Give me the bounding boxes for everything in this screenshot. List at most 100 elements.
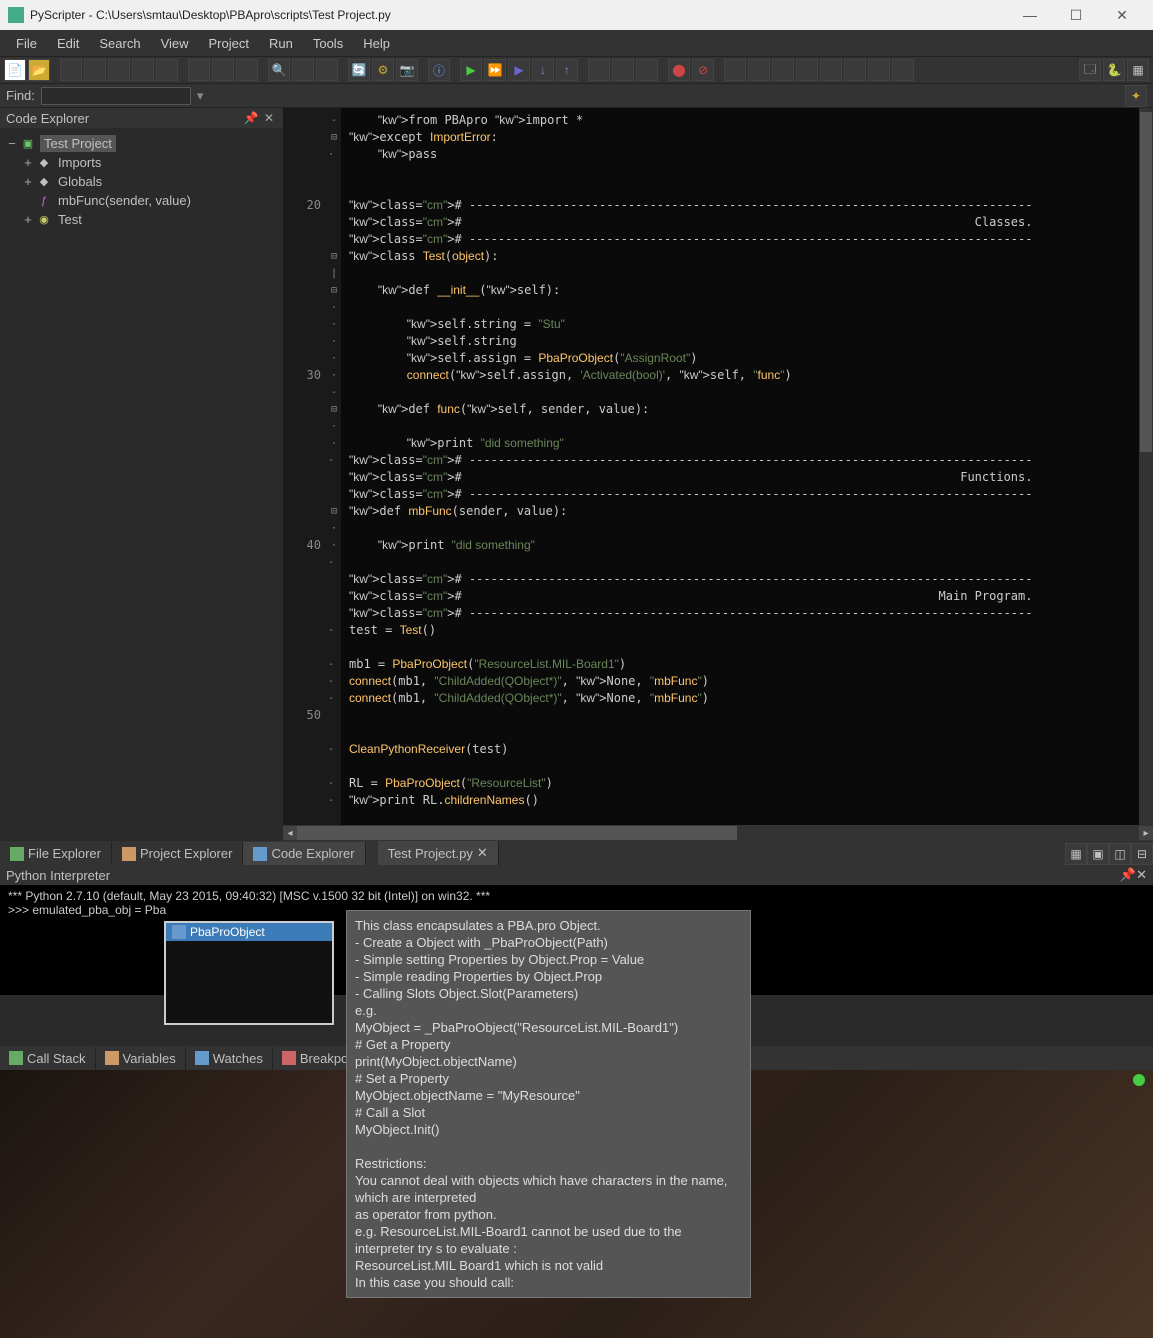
menu-search[interactable]: Search (89, 31, 150, 56)
tb26[interactable]: ⊘ (692, 59, 714, 81)
tb4[interactable] (84, 59, 106, 81)
tb3[interactable] (60, 59, 82, 81)
refresh-icon[interactable]: 🔄 (348, 59, 370, 81)
panel-close-icon[interactable]: ✕ (261, 110, 277, 126)
scroll-left-icon[interactable]: ◂ (283, 826, 297, 840)
info-icon[interactable]: ⓘ (428, 59, 450, 81)
tb31[interactable] (820, 59, 842, 81)
menu-view[interactable]: View (151, 31, 199, 56)
status-indicator-icon (1133, 1074, 1145, 1086)
horizontal-scrollbar[interactable]: ◂ ▸ (283, 825, 1153, 841)
line-gutter: 20 30 40 50 60 (283, 108, 327, 825)
tb13[interactable] (316, 59, 338, 81)
menu-project[interactable]: Project (199, 31, 259, 56)
tb8[interactable] (188, 59, 210, 81)
stop-icon[interactable]: ⬤ (668, 59, 690, 81)
tb27[interactable] (724, 59, 746, 81)
interpreter-header: Python Interpreter 📌 ✕ (0, 865, 1153, 885)
app-icon (8, 7, 24, 23)
project-explorer-icon (122, 847, 136, 861)
vertical-scrollbar[interactable] (1139, 108, 1153, 825)
tb21[interactable]: ↑ (556, 59, 578, 81)
tab-watches[interactable]: Watches (186, 1047, 273, 1070)
search-icon[interactable]: 🔍 (268, 59, 290, 81)
code-explorer-tree[interactable]: −▣ Test Project +◆ Imports +◆ Globals ƒ … (0, 128, 283, 841)
function-icon: ƒ (36, 193, 52, 209)
open-icon[interactable]: 📂 (28, 59, 50, 81)
new-icon[interactable]: 📄 (4, 59, 26, 81)
menu-bar: File Edit Search View Project Run Tools … (0, 30, 1153, 56)
toolbar: 📄 📂 🔍 🔄 ⚙ 📷 ⓘ ▶ ⏩ ▶ ↓ ↑ ⬤ ⊘ 🗔 🐍 ▦ (0, 56, 1153, 84)
watches-icon (195, 1051, 209, 1065)
tb6[interactable] (132, 59, 154, 81)
tab-close-icon[interactable]: ✕ (477, 845, 488, 861)
editor-btn4[interactable]: ⊟ (1131, 843, 1153, 865)
tb5[interactable] (108, 59, 130, 81)
minimize-button[interactable]: — (1007, 0, 1053, 30)
editor-btn2[interactable]: ▣ (1087, 843, 1109, 865)
close-button[interactable]: ✕ (1099, 0, 1145, 30)
tb29[interactable] (772, 59, 794, 81)
interp-close-icon[interactable]: ✕ (1136, 867, 1147, 883)
tab-file-explorer[interactable]: File Explorer (0, 842, 112, 865)
interpreter-title: Python Interpreter (6, 868, 110, 883)
tab-code-explorer[interactable]: Code Explorer (243, 842, 365, 865)
interp-pin-icon[interactable]: 📌 (1120, 867, 1136, 883)
fold-gutter[interactable]: - ⊟ · ⊟ | ⊟ · · · · · - ⊟ · · - ⊟ · · - … (327, 108, 341, 825)
scroll-right-icon[interactable]: ▸ (1139, 826, 1153, 840)
tab-project-explorer[interactable]: Project Explorer (112, 842, 243, 865)
tb7[interactable] (156, 59, 178, 81)
tb24[interactable] (636, 59, 658, 81)
find-config-icon[interactable]: ✦ (1125, 85, 1147, 107)
autocomplete-item[interactable]: PbaProObject (166, 923, 332, 941)
find-input[interactable] (41, 87, 191, 105)
autocomplete-popup[interactable]: PbaProObject (164, 921, 334, 1025)
python-icon[interactable]: 🐍 (1103, 59, 1125, 81)
tree-globals[interactable]: +◆ Globals (4, 172, 279, 191)
menu-run[interactable]: Run (259, 31, 303, 56)
scroll-thumb[interactable] (297, 826, 737, 840)
editor-btn3[interactable]: ◫ (1109, 843, 1131, 865)
tb15[interactable]: ⚙ (372, 59, 394, 81)
callstack-icon (9, 1051, 23, 1065)
tree-test[interactable]: +◉ Test (4, 210, 279, 229)
menu-tools[interactable]: Tools (303, 31, 353, 56)
title-bar: PyScripter - C:\Users\smtau\Desktop\PBAp… (0, 0, 1153, 30)
tb23[interactable] (612, 59, 634, 81)
tab-variables[interactable]: Variables (96, 1047, 186, 1070)
tree-root[interactable]: −▣ Test Project (4, 134, 279, 153)
tree-imports[interactable]: +◆ Imports (4, 153, 279, 172)
code-content[interactable]: "kw">from PBApro "kw">import * "kw">exce… (341, 108, 1153, 825)
tb34[interactable] (892, 59, 914, 81)
find-dropdown-icon[interactable]: ▾ (197, 88, 204, 104)
pin-icon[interactable]: 📌 (243, 110, 259, 126)
editor-btn1[interactable]: ▦ (1065, 843, 1087, 865)
tb32[interactable] (844, 59, 866, 81)
tb33[interactable] (868, 59, 890, 81)
window-icon[interactable]: 🗔 (1079, 59, 1101, 81)
layout-icon[interactable]: ▦ (1127, 59, 1149, 81)
folder-icon: ◆ (36, 174, 52, 190)
tb20[interactable]: ↓ (532, 59, 554, 81)
bottom-panel-tabs: File Explorer Project Explorer Code Expl… (0, 841, 1153, 865)
step-icon[interactable]: ⏩ (484, 59, 506, 81)
code-explorer-header: Code Explorer 📌 ✕ (0, 108, 283, 128)
editor-tab[interactable]: Test Project.py✕ (378, 841, 499, 865)
debug-icon[interactable]: ▶ (508, 59, 530, 81)
tb30[interactable] (796, 59, 818, 81)
menu-file[interactable]: File (6, 31, 47, 56)
run-icon[interactable]: ▶ (460, 59, 482, 81)
tb28[interactable] (748, 59, 770, 81)
tb12[interactable] (292, 59, 314, 81)
tb9[interactable] (212, 59, 234, 81)
tree-mbfunc[interactable]: ƒ mbFunc(sender, value) (4, 191, 279, 210)
doc-tooltip: This class encapsulates a PBA.pro Object… (346, 910, 751, 1298)
camera-icon[interactable]: 📷 (396, 59, 418, 81)
code-editor[interactable]: 20 30 40 50 60 - ⊟ · ⊟ | ⊟ · · · · · - ⊟… (283, 108, 1153, 825)
menu-edit[interactable]: Edit (47, 31, 89, 56)
tb10[interactable] (236, 59, 258, 81)
menu-help[interactable]: Help (353, 31, 400, 56)
tb22[interactable] (588, 59, 610, 81)
tab-call-stack[interactable]: Call Stack (0, 1047, 96, 1070)
maximize-button[interactable]: ☐ (1053, 0, 1099, 30)
